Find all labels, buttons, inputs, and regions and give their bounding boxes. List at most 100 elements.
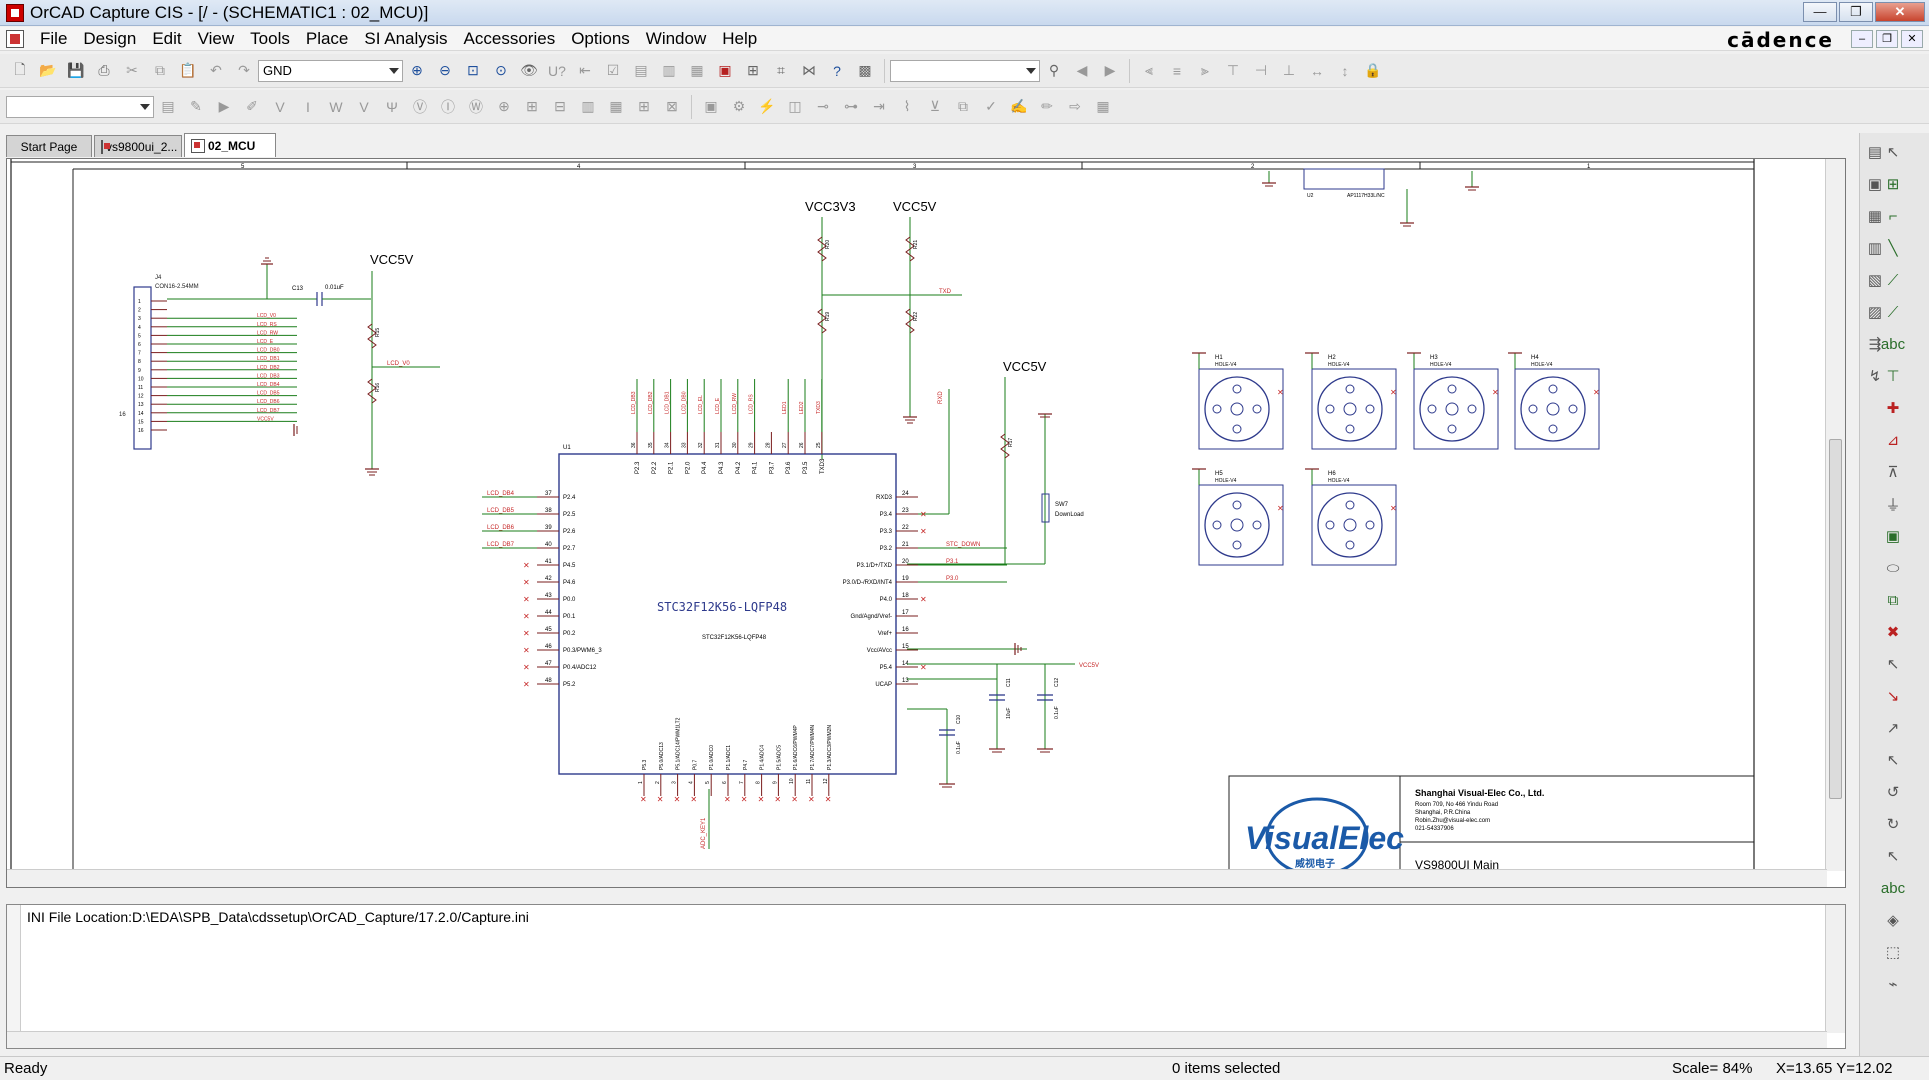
bias-w-icon[interactable]: Ⓦ bbox=[465, 96, 487, 118]
eye-icon[interactable]: 👁 bbox=[518, 60, 540, 82]
zoom-in-icon[interactable]: ⊕ bbox=[406, 60, 428, 82]
pspice-view-icon[interactable]: ◫ bbox=[784, 96, 806, 118]
place-gnd-icon[interactable]: ⏚ bbox=[1882, 493, 1904, 515]
redo-icon[interactable]: ↷ bbox=[233, 60, 255, 82]
netlist-icon[interactable]: ▤ bbox=[630, 60, 652, 82]
maximize-button[interactable]: ❐ bbox=[1839, 2, 1873, 22]
part-combo[interactable] bbox=[6, 95, 154, 118]
doc-close-button[interactable]: ✕ bbox=[1901, 30, 1923, 48]
minimize-button[interactable]: — bbox=[1803, 2, 1837, 22]
menu-file[interactable]: File bbox=[32, 29, 75, 49]
canvas-vertical-scrollbar[interactable] bbox=[1825, 159, 1845, 871]
save-icon[interactable]: 💾 bbox=[65, 60, 87, 82]
pcb-editor-icon[interactable]: ▣ bbox=[714, 60, 736, 82]
tab-project[interactable]: vs9800ui_2... bbox=[94, 135, 182, 157]
place-arc-icon[interactable]: ↺ bbox=[1882, 781, 1904, 803]
scrollbar-thumb[interactable] bbox=[1829, 439, 1842, 799]
session-log-panel[interactable]: INI File Location:D:\EDA\SPB_Data\cdsset… bbox=[6, 904, 1846, 1049]
sensitivity-icon[interactable]: ⊞ bbox=[521, 96, 543, 118]
schematic-svg[interactable]: 5 4 3 2 1 J4 CON16-2.54MM 16 123 LCD_V04 L… bbox=[7, 159, 1827, 871]
auto-wire-icon[interactable]: ⬚ bbox=[1882, 941, 1904, 963]
search-combo[interactable] bbox=[890, 59, 1040, 82]
menu-options[interactable]: Options bbox=[563, 29, 638, 49]
place-ellipse-icon[interactable]: ↖ bbox=[1882, 749, 1904, 771]
sweep-icon[interactable]: ⊕ bbox=[493, 96, 515, 118]
pspice-edit-icon[interactable]: ✏ bbox=[1036, 96, 1058, 118]
menu-place[interactable]: Place bbox=[298, 29, 357, 49]
place-text-icon[interactable]: abc bbox=[1881, 877, 1905, 899]
session-log-vertical-scrollbar[interactable] bbox=[1825, 905, 1845, 1033]
place-part-icon[interactable]: ⊞ bbox=[1882, 173, 1904, 195]
align-top-icon[interactable]: ⊤ bbox=[1222, 60, 1244, 82]
tab-start-page[interactable]: Start Page bbox=[6, 135, 92, 157]
menu-design[interactable]: Design bbox=[75, 29, 144, 49]
pspice-port-icon[interactable]: ⊶ bbox=[840, 96, 862, 118]
bias-i-icon[interactable]: Ⓘ bbox=[437, 96, 459, 118]
mounting-hole[interactable]: H6HOLE-V4 ✕ bbox=[1305, 468, 1397, 566]
smoke-icon[interactable]: ▦ bbox=[605, 96, 627, 118]
u1-mcu-body[interactable] bbox=[558, 453, 897, 775]
regulator-u2[interactable]: U2 AP1117H33L/NC bbox=[1262, 168, 1479, 227]
marker-v-icon[interactable]: V bbox=[269, 96, 291, 118]
menu-tools[interactable]: Tools bbox=[242, 29, 298, 49]
menu-help[interactable]: Help bbox=[714, 29, 765, 49]
place-hier-block-icon[interactable]: ▣ bbox=[1882, 525, 1904, 547]
place-bus-entry-icon[interactable]: ⟋ bbox=[1882, 269, 1904, 291]
next-icon[interactable]: ▶ bbox=[1099, 60, 1121, 82]
open-folder-icon[interactable]: 📂 bbox=[37, 60, 59, 82]
pspice-check-icon[interactable]: ✓ bbox=[980, 96, 1002, 118]
session-log-horizontal-scrollbar[interactable] bbox=[7, 1031, 1827, 1048]
snap-grid-icon[interactable]: ⌗ bbox=[770, 60, 792, 82]
mounting-hole[interactable]: H5HOLE-V4 ✕ bbox=[1192, 468, 1284, 566]
zoom-area-icon[interactable]: ⊡ bbox=[462, 60, 484, 82]
marker-diff-icon[interactable]: Ψ bbox=[381, 96, 403, 118]
undo-icon[interactable]: ↶ bbox=[205, 60, 227, 82]
parametric-icon[interactable]: ⊞ bbox=[633, 96, 655, 118]
prev-icon[interactable]: ◀ bbox=[1071, 60, 1093, 82]
simulation-new-icon[interactable]: ▤ bbox=[157, 96, 179, 118]
place-rectangle-icon[interactable]: ↗ bbox=[1882, 717, 1904, 739]
cut-icon[interactable]: ✂ bbox=[121, 60, 143, 82]
simulation-edit-icon[interactable]: ✎ bbox=[185, 96, 207, 118]
pspice-note-icon[interactable]: ✍ bbox=[1008, 96, 1030, 118]
pspice-connect-icon[interactable]: ⊸ bbox=[812, 96, 834, 118]
pspice-part-icon[interactable]: ⚙ bbox=[728, 96, 750, 118]
chevron-down-icon[interactable] bbox=[1026, 67, 1036, 74]
place-bezier-icon[interactable]: ↖ bbox=[1882, 845, 1904, 867]
align-left-icon[interactable]: ⫷ bbox=[1138, 60, 1160, 82]
doc-restore-button[interactable]: ❐ bbox=[1876, 30, 1898, 48]
help-icon[interactable]: ? bbox=[826, 60, 848, 82]
annotate-icon[interactable]: U? bbox=[546, 60, 568, 82]
align-right-icon[interactable]: ⫸ bbox=[1194, 60, 1216, 82]
optimizer-icon[interactable]: ⊟ bbox=[549, 96, 571, 118]
marker-i-icon[interactable]: I bbox=[297, 96, 319, 118]
mounting-hole[interactable]: H3HOLE-V4 ✕ bbox=[1407, 352, 1499, 450]
pspice-run-icon[interactable]: ⚡ bbox=[756, 96, 778, 118]
pspice-stim-icon[interactable]: ⌇ bbox=[896, 96, 918, 118]
cross-ref-icon[interactable]: ▦ bbox=[686, 60, 708, 82]
schematic-canvas[interactable]: 5 4 3 2 1 J4 CON16-2.54MM 16 1 2 3 LCD_V0 4 L… bbox=[6, 158, 1846, 888]
doc-minimize-button[interactable]: – bbox=[1851, 30, 1873, 48]
copy-icon[interactable]: ⧉ bbox=[149, 60, 171, 82]
drc-icon[interactable]: ☑ bbox=[602, 60, 624, 82]
pspice-table-icon[interactable]: ▦ bbox=[1092, 96, 1114, 118]
pspice-model-icon[interactable]: ▣ bbox=[700, 96, 722, 118]
capacitor-c13[interactable]: C13 0.01uF bbox=[167, 257, 371, 306]
back-annotate-icon[interactable]: ⇤ bbox=[574, 60, 596, 82]
auto-connect-icon[interactable]: ⌁ bbox=[1882, 973, 1904, 995]
orcad-app-icon[interactable] bbox=[6, 3, 24, 22]
marker-w-icon[interactable]: W bbox=[325, 96, 347, 118]
menu-view[interactable]: View bbox=[190, 29, 243, 49]
lock-icon[interactable]: 🔒 bbox=[1362, 60, 1384, 82]
place-wire-icon[interactable]: ⌐ bbox=[1882, 205, 1904, 227]
close-button[interactable]: ✕ bbox=[1875, 2, 1925, 22]
place-net-label-icon[interactable]: abc bbox=[1881, 333, 1905, 355]
pspice-export-icon[interactable]: ⇥ bbox=[868, 96, 890, 118]
zoom-all-icon[interactable]: ⊙ bbox=[490, 60, 512, 82]
monte-carlo-icon[interactable]: ▥ bbox=[577, 96, 599, 118]
chevron-down-icon[interactable] bbox=[389, 67, 399, 74]
results-icon[interactable]: ⊠ bbox=[661, 96, 683, 118]
pspice-copy-icon[interactable]: ⧉ bbox=[952, 96, 974, 118]
place-polyline-icon[interactable]: ↘ bbox=[1882, 685, 1904, 707]
menu-accessories[interactable]: Accessories bbox=[456, 29, 564, 49]
